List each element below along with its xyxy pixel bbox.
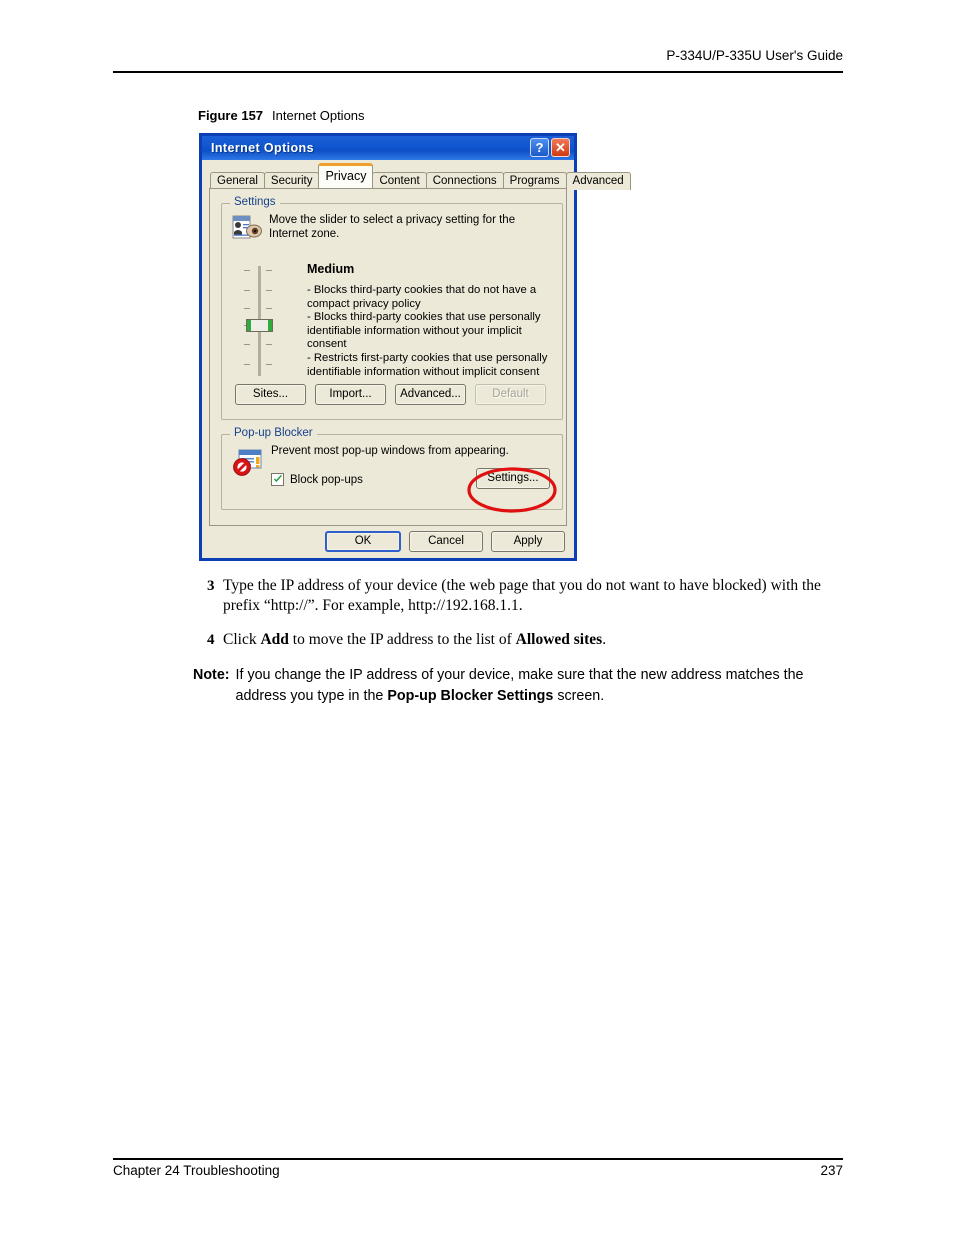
step-number: 3 <box>207 578 215 594</box>
block-popups-checkbox[interactable] <box>271 473 284 486</box>
note-bold-popup-blocker-settings: Pop-up Blocker Settings <box>387 688 554 704</box>
apply-button[interactable]: Apply <box>491 531 565 552</box>
settings-groupbox-title: Settings <box>230 196 280 208</box>
sites-button[interactable]: Sites... <box>235 384 306 405</box>
slider-tick <box>244 364 250 365</box>
privacy-level-description: - Blocks third-party cookies that do not… <box>307 284 548 378</box>
dialog-footer-buttons: OK Cancel Apply <box>325 531 565 552</box>
step-bold-allowed-sites: Allowed sites <box>515 631 603 648</box>
note-text: If you change the IP address of your dev… <box>236 665 848 707</box>
slider-tick <box>244 344 250 345</box>
step-number: 4 <box>207 632 215 648</box>
popup-settings-button-wrap: Settings... <box>476 468 550 489</box>
privacy-level-slider[interactable] <box>240 266 280 376</box>
popup-blocker-groupbox: Pop-up Blocker Prevent most pop-up windo… <box>221 427 563 510</box>
slider-tick <box>244 308 250 309</box>
step-text: Click Add to move the IP address to the … <box>223 630 847 650</box>
footer-chapter: Chapter 24 Troubleshooting <box>113 1163 280 1178</box>
dialog-title: Internet Options <box>211 141 314 155</box>
popup-blocker-groupbox-title: Pop-up Blocker <box>230 427 317 439</box>
tab-privacy[interactable]: Privacy <box>318 163 374 188</box>
close-icon[interactable]: ✕ <box>551 138 570 157</box>
settings-description: Move the slider to select a privacy sett… <box>269 214 516 240</box>
block-popups-checkbox-row[interactable]: Block pop-ups <box>271 473 363 486</box>
step-text-part: Click <box>223 631 261 648</box>
slider-tick <box>266 290 272 291</box>
slider-tick <box>266 344 272 345</box>
slider-thumb[interactable] <box>246 319 273 332</box>
slider-tick <box>266 270 272 271</box>
footer-page-number: 237 <box>820 1163 843 1178</box>
header-divider <box>113 71 843 73</box>
popup-blocker-description: Prevent most pop-up windows from appeari… <box>271 445 509 457</box>
block-popups-label: Block pop-ups <box>290 473 363 486</box>
step-text-part: . <box>602 631 607 648</box>
tab-advanced[interactable]: Advanced <box>565 172 631 190</box>
note-text-part: screen. <box>553 688 605 704</box>
cancel-button[interactable]: Cancel <box>409 531 483 552</box>
privacy-tab-panel: Settings Move the slider to select a pri… <box>209 188 567 526</box>
settings-groupbox: Settings Move the slider to select a pri… <box>221 196 563 420</box>
default-button: Default <box>475 384 546 405</box>
list-item: 4 Click Add to move the IP address to th… <box>207 630 847 650</box>
figure-title: Internet Options <box>272 108 365 123</box>
privacy-settings-icon <box>232 214 262 242</box>
figure-caption: Figure 157 Internet Options <box>198 108 365 123</box>
internet-options-dialog: Internet Options ? ✕ General Security Pr… <box>199 133 631 561</box>
figure-number: Figure 157 <box>198 108 264 123</box>
ok-button[interactable]: OK <box>325 531 401 552</box>
slider-tick <box>244 290 250 291</box>
footer-divider <box>113 1158 843 1160</box>
step-text-part: to move the IP address to the list of <box>288 631 516 648</box>
list-item: 3 Type the IP address of your device (th… <box>207 576 847 616</box>
step-text: Type the IP address of your device (the … <box>223 577 821 614</box>
settings-button-row: Sites... Import... Advanced... Default <box>235 384 546 405</box>
page-header-title: P-334U/P-335U User's Guide <box>666 48 843 63</box>
titlebar-buttons: ? ✕ <box>530 138 570 157</box>
privacy-level-name: Medium <box>307 262 355 276</box>
popup-blocker-icon <box>232 449 264 477</box>
slider-tick <box>266 364 272 365</box>
note-label: Note: <box>193 667 230 683</box>
note-block: Note: If you change the IP address of yo… <box>193 665 848 707</box>
slider-tick <box>266 308 272 309</box>
dialog-titlebar: Internet Options ? ✕ <box>199 133 577 160</box>
help-icon[interactable]: ? <box>530 138 549 157</box>
popup-settings-button[interactable]: Settings... <box>476 468 550 489</box>
page-footer: Chapter 24 Troubleshooting 237 <box>113 1163 843 1178</box>
steps-list: 3 Type the IP address of your device (th… <box>207 576 847 664</box>
import-button[interactable]: Import... <box>315 384 386 405</box>
step-bold-add: Add <box>260 631 289 648</box>
slider-tick <box>244 270 250 271</box>
dialog-tabstrip: General Security Privacy Content Connect… <box>202 160 631 190</box>
advanced-button[interactable]: Advanced... <box>395 384 466 405</box>
